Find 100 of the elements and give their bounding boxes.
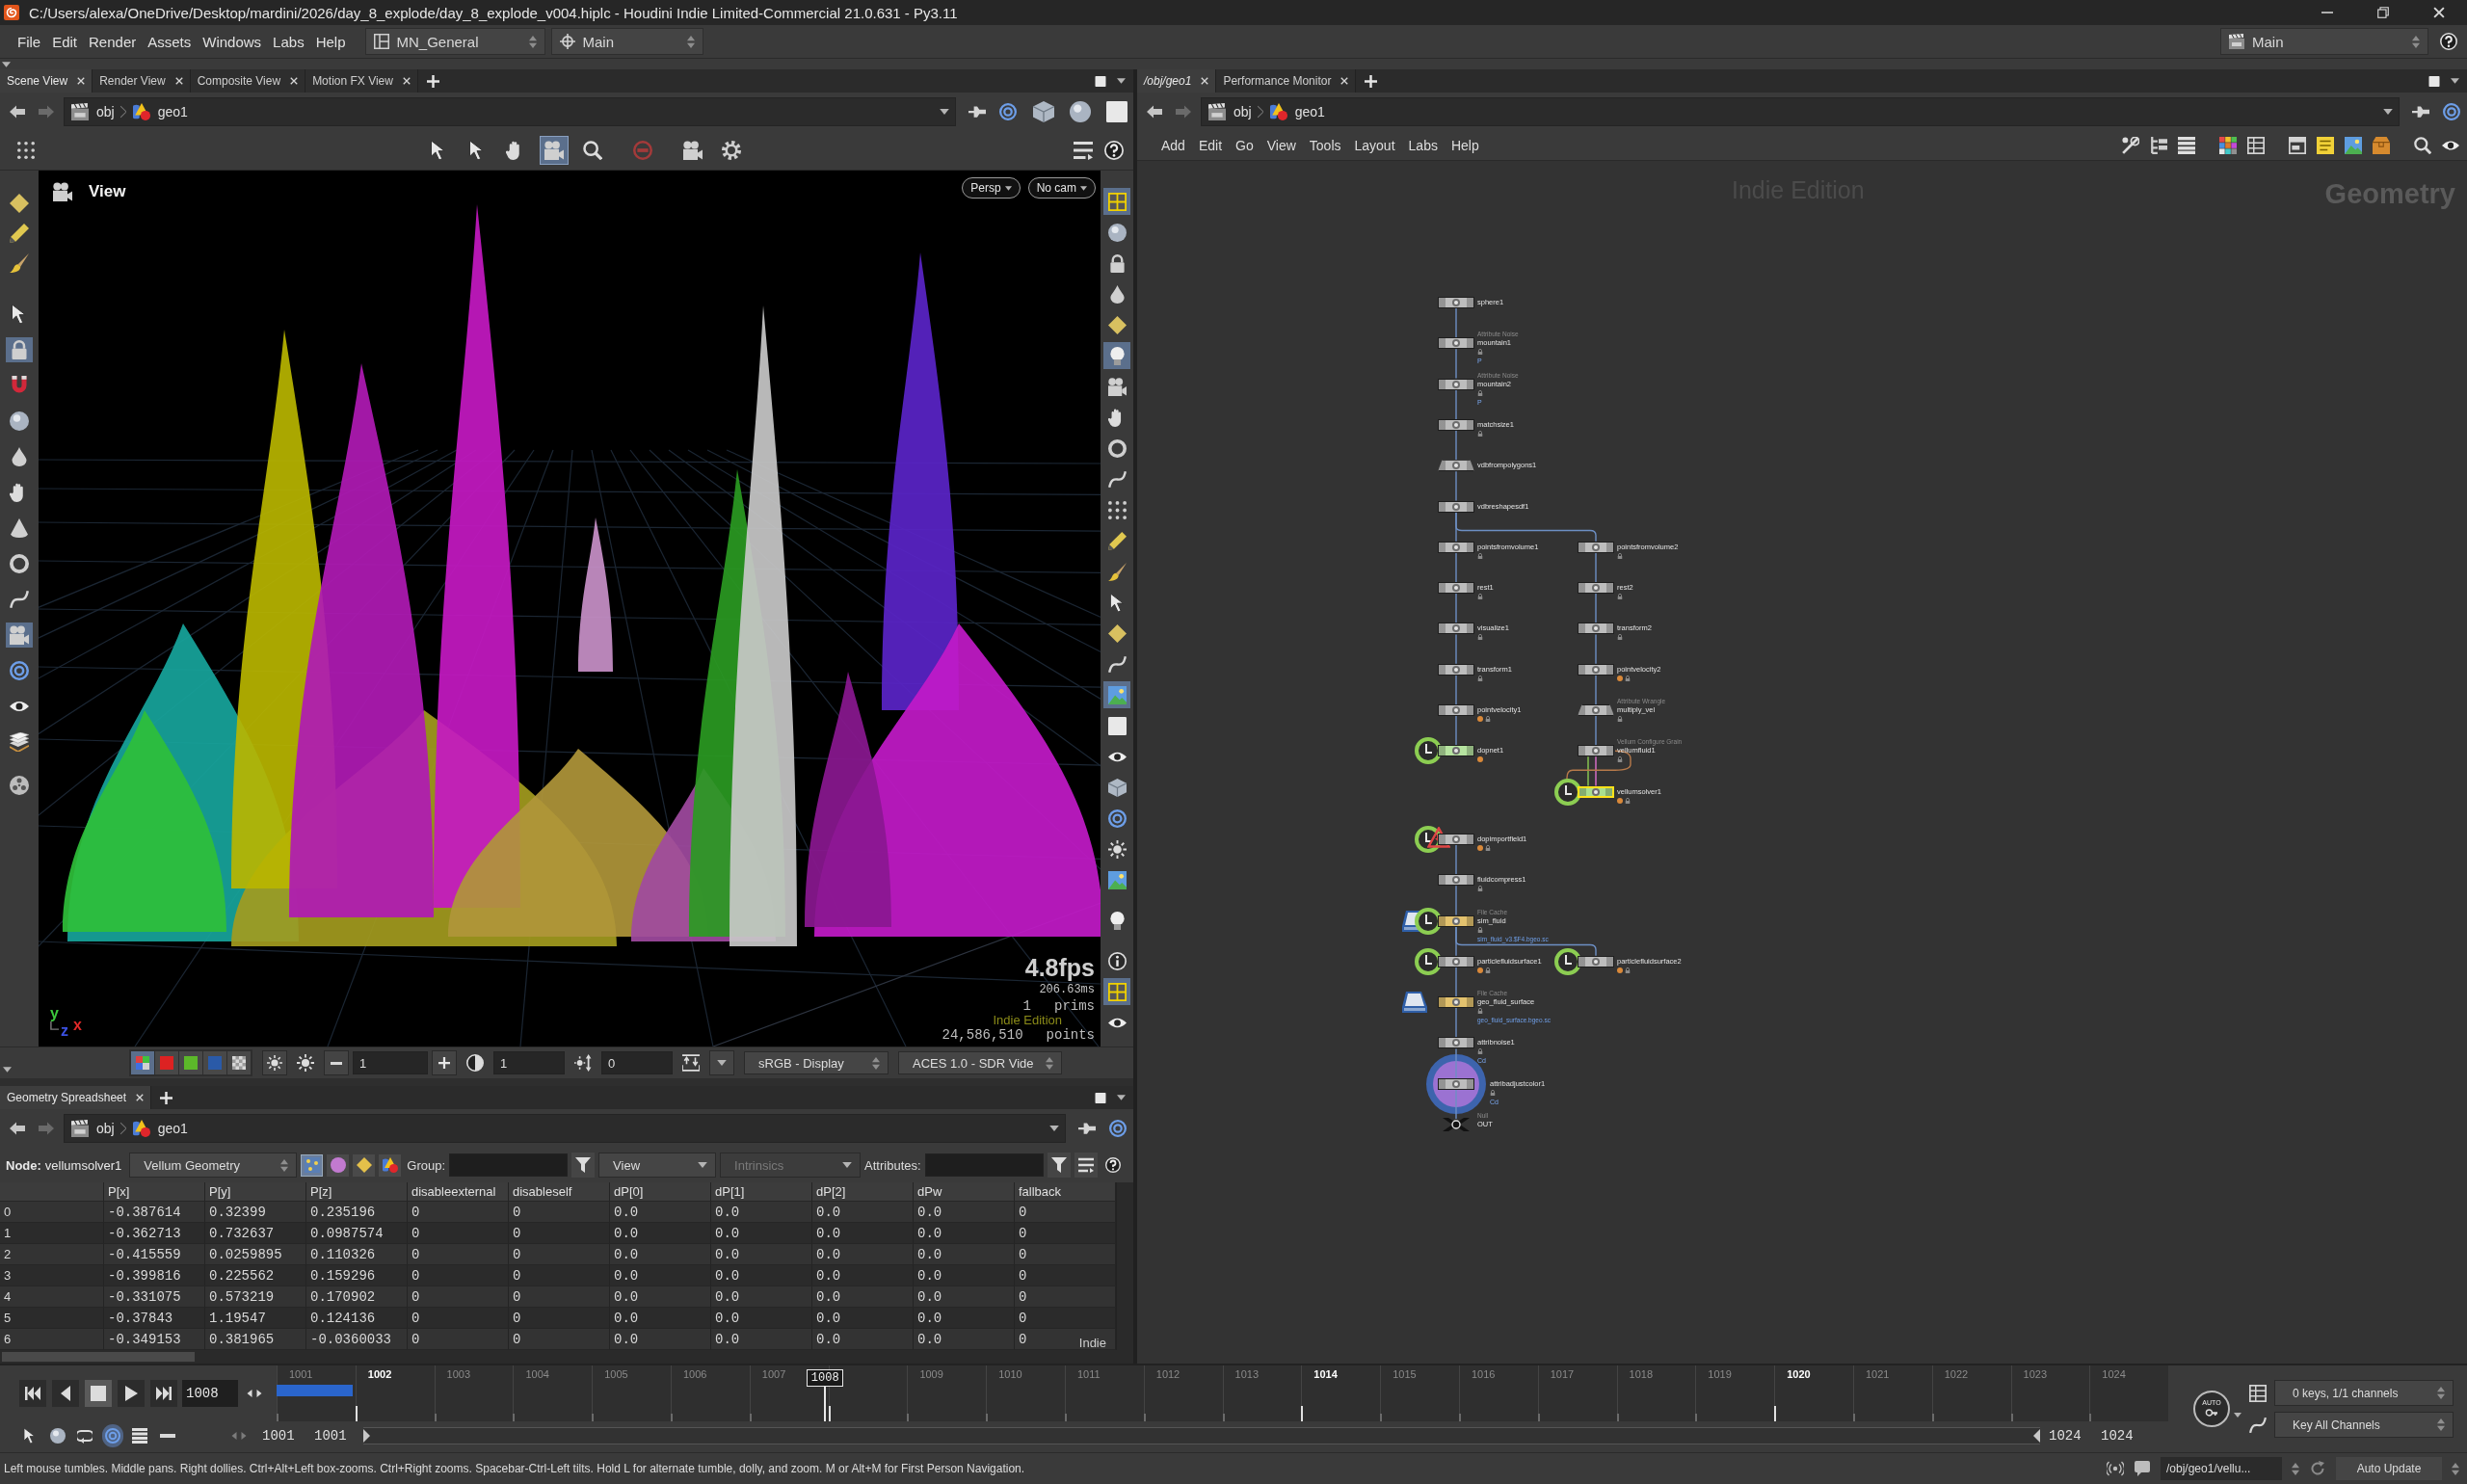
panel-icon[interactable] — [2289, 137, 2306, 154]
close-icon[interactable] — [1201, 77, 1209, 85]
close-icon[interactable] — [290, 77, 299, 85]
help-button[interactable] — [2440, 33, 2457, 50]
sun-icon[interactable] — [297, 1054, 314, 1072]
movie-camera-icon[interactable] — [52, 182, 73, 201]
network-node[interactable] — [1578, 704, 1614, 716]
caret-icon[interactable] — [2, 61, 11, 67]
spinner-arrows-icon[interactable] — [2452, 1462, 2459, 1475]
list-icon[interactable] — [2178, 137, 2195, 154]
table-icon[interactable] — [2247, 137, 2265, 154]
network-node[interactable] — [1438, 955, 1474, 967]
context-dropdown[interactable]: Main — [2220, 28, 2428, 55]
slider-handle-icon[interactable] — [363, 1429, 370, 1443]
playback-button[interactable] — [118, 1380, 145, 1407]
spinner-arrows-icon[interactable] — [2292, 1462, 2299, 1475]
menu-item[interactable]: Labs — [1401, 138, 1445, 153]
tree-icon[interactable] — [2150, 137, 2167, 154]
caret-icon[interactable] — [1049, 1126, 1059, 1131]
network-node[interactable] — [1438, 1037, 1474, 1049]
pin-icon[interactable] — [1077, 1120, 1097, 1137]
network-node[interactable] — [1438, 500, 1474, 513]
timeline-tool-button[interactable] — [101, 1424, 123, 1447]
camera-menu[interactable]: Persp — [962, 177, 1021, 199]
close-icon[interactable] — [1340, 77, 1349, 85]
timeline-ruler[interactable]: 1001 1002 1003 1004 1005 1006 1007 1008 1009 1010 1011 1012 1013 1014 1015 1016 1017 1018 1019 1020 1021 1022 1023 1024 — [277, 1365, 2168, 1421]
playback-button[interactable] — [150, 1380, 177, 1407]
playback-start-field[interactable]: 1001 — [311, 1424, 356, 1447]
menu-item[interactable]: Help — [309, 29, 352, 54]
network-node[interactable] — [1438, 582, 1474, 595]
menu-item[interactable]: Edit — [1191, 138, 1230, 153]
options-button[interactable] — [1074, 1153, 1098, 1178]
square-icon[interactable] — [1094, 75, 1107, 87]
network-node[interactable] — [1578, 745, 1614, 757]
network-node[interactable] — [1578, 541, 1614, 553]
path-field[interactable]: obj geo1 — [64, 1114, 1066, 1143]
group-field[interactable] — [449, 1153, 569, 1177]
target-icon[interactable] — [1108, 1120, 1127, 1137]
mode-toggle[interactable] — [353, 1153, 376, 1177]
caret-icon[interactable] — [940, 109, 949, 115]
box-icon[interactable] — [2373, 137, 2390, 154]
gamma-field[interactable]: 1 — [493, 1051, 565, 1074]
range-start-field[interactable]: 1001 — [259, 1424, 304, 1447]
tray-arrows-icon[interactable] — [682, 1054, 700, 1072]
speech-bubble-icon[interactable] — [2134, 1461, 2151, 1476]
null-node[interactable] — [1443, 1118, 1470, 1131]
increase-button[interactable] — [432, 1050, 457, 1075]
menu-item[interactable]: Render — [83, 29, 143, 54]
plus-icon[interactable] — [160, 1091, 173, 1104]
menu-lines-icon[interactable] — [1074, 141, 1093, 160]
horizontal-scrollbar[interactable] — [0, 1350, 1133, 1364]
network-node[interactable] — [1438, 833, 1474, 845]
range-slider-track[interactable] — [363, 1427, 2040, 1444]
menu-item[interactable]: Edit — [46, 29, 84, 54]
close-icon[interactable] — [77, 77, 86, 85]
camera-menu[interactable]: No cam — [1027, 177, 1096, 199]
table-icon[interactable] — [2249, 1384, 2267, 1402]
network-node[interactable] — [1578, 623, 1614, 635]
close-icon[interactable] — [136, 1094, 145, 1101]
network-node[interactable] — [1578, 663, 1614, 676]
note-icon[interactable] — [2317, 137, 2334, 154]
network-node[interactable] — [1438, 704, 1474, 716]
lighting-button[interactable] — [262, 1050, 287, 1075]
playback-end-field[interactable]: 1024 — [2046, 1424, 2090, 1447]
caret-icon[interactable] — [2451, 78, 2459, 84]
step-back-icon[interactable] — [246, 1388, 253, 1399]
filter-button[interactable] — [1047, 1153, 1071, 1178]
refresh-icon[interactable] — [2309, 1461, 2326, 1476]
dropdown-button[interactable] — [709, 1050, 734, 1075]
pane-tab[interactable]: /obj/geo1 — [1137, 69, 1217, 93]
caret-icon[interactable] — [3, 1067, 12, 1073]
target-icon[interactable] — [998, 103, 1018, 120]
network-node[interactable] — [1438, 874, 1474, 887]
path-crumb[interactable]: geo1 — [131, 103, 188, 120]
close-icon[interactable] — [174, 77, 183, 85]
network-node[interactable] — [1438, 914, 1474, 927]
wrench-icon[interactable] — [2122, 137, 2139, 154]
caret-icon[interactable] — [2383, 109, 2393, 115]
pane-tab[interactable]: Geometry Spreadsheet — [0, 1086, 152, 1109]
menu-item[interactable]: Assets — [142, 29, 198, 54]
playback-button[interactable] — [19, 1380, 46, 1407]
path-field[interactable]: obj geo1 — [64, 97, 956, 126]
update-mode-button[interactable]: Auto Update — [2336, 1457, 2442, 1480]
plus-icon[interactable] — [1365, 74, 1378, 88]
menu-item[interactable]: Add — [1154, 138, 1192, 153]
sun-arrows-icon[interactable] — [574, 1054, 592, 1072]
menu-item[interactable]: Tools — [1302, 138, 1348, 153]
network-node[interactable] — [1438, 378, 1474, 390]
frame-field[interactable]: 0 — [601, 1051, 673, 1074]
playback-button[interactable] — [85, 1380, 112, 1407]
network-node[interactable] — [1438, 745, 1474, 757]
mode-toggle[interactable] — [301, 1153, 324, 1177]
network-node[interactable] — [1438, 623, 1474, 635]
network-node[interactable] — [1438, 663, 1474, 676]
keys-field[interactable]: 0 keys, 1/1 channels — [2274, 1380, 2454, 1406]
step-forward-icon[interactable] — [255, 1388, 263, 1399]
attributes-field[interactable] — [924, 1153, 1044, 1177]
view-dropdown[interactable]: View — [598, 1153, 717, 1178]
curve-icon[interactable] — [2249, 1416, 2267, 1434]
network-node[interactable] — [1438, 418, 1474, 431]
